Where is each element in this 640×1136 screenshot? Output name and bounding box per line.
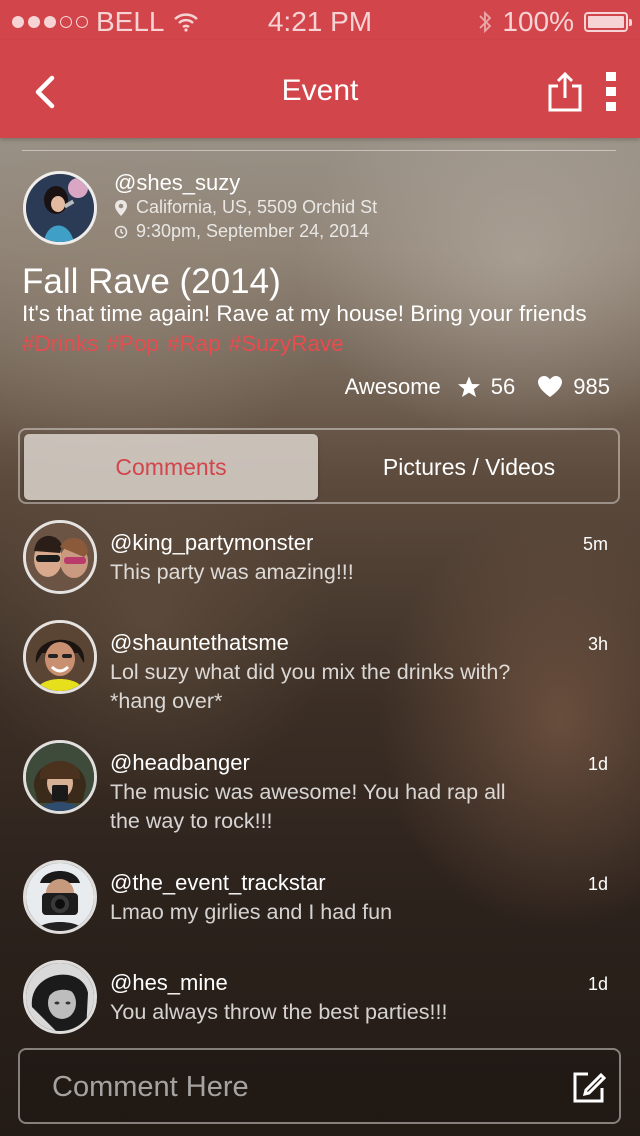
comment-text: This party was amazing!!! (110, 560, 354, 584)
commenter-avatar[interactable] (23, 740, 97, 814)
location-text: California, US, 5509 Orchid St (136, 197, 378, 217)
comment-text: The music was awesome! You had rap all t… (110, 780, 506, 833)
commenter-avatar[interactable] (23, 620, 97, 694)
post-comment-button[interactable] (572, 1070, 606, 1104)
tab-comments[interactable]: Comments (24, 434, 318, 500)
share-button[interactable] (546, 70, 584, 114)
host-datetime: 9:30pm, September 24, 2014 (114, 221, 369, 242)
event-tags: #Drinks #Pop #Rap #SuzyRave (22, 331, 344, 357)
comment-time: 5m (582, 534, 608, 554)
host-location: California, US, 5509 Orchid St (114, 197, 377, 218)
comment-time: 1d (587, 754, 608, 774)
commenter-avatar[interactable] (23, 520, 97, 594)
event-description: It's that time again! Rave at my house! … (22, 301, 587, 326)
hashtag-link[interactable]: #SuzyRave (229, 331, 344, 357)
datetime-text: 9:30pm, September 24, 2014 (136, 221, 370, 241)
divider (22, 150, 616, 151)
star-icon (457, 376, 480, 397)
compose-icon (573, 1072, 606, 1103)
commenter-handle[interactable]: @king_partymonster (110, 530, 313, 556)
host-handle[interactable]: @shes_suzy (114, 170, 240, 196)
star-button[interactable] (457, 375, 481, 399)
like-button[interactable] (537, 375, 563, 399)
star-count: 56 (490, 374, 516, 399)
page-title: Event (281, 74, 359, 107)
segmented-control: Comments Pictures / Videos (18, 428, 620, 504)
comment-input[interactable] (50, 1066, 534, 1108)
comment-time: 3h (587, 634, 608, 654)
hashtag-link[interactable]: #Rap (167, 331, 221, 357)
commenter-avatar[interactable] (23, 860, 97, 934)
commenter-handle[interactable]: @hes_mine (110, 970, 228, 996)
battery-percent: 100% (502, 6, 574, 37)
hashtag-link[interactable]: #Pop (106, 331, 159, 357)
comment-time: 1d (587, 874, 608, 894)
comment-item[interactable]: @headbanger The music was awesome! You h… (0, 740, 640, 850)
tab-pictures-videos[interactable]: Pictures / Videos (320, 434, 618, 500)
bluetooth-icon (479, 10, 492, 34)
commenter-handle[interactable]: @headbanger (110, 750, 250, 776)
event-stats: Awesome 56 985 (345, 374, 610, 400)
event-title: Fall Rave (2014) (22, 262, 281, 301)
comment-item[interactable]: @the_event_trackstar Lmao my girlies and… (0, 860, 640, 970)
status-bar: BELL 4:21 PM 100% (0, 0, 640, 40)
rating-label: Awesome (344, 374, 441, 399)
comment-composer (18, 1048, 621, 1124)
commenter-handle[interactable]: @shauntethatsme (110, 630, 289, 656)
comment-item[interactable]: @king_partymonster This party was amazin… (0, 520, 640, 630)
host-avatar[interactable] (23, 171, 97, 245)
like-count: 985 (573, 374, 610, 399)
share-icon (548, 71, 582, 112)
history-clock-icon (114, 225, 128, 238)
comment-text: Lmao my girlies and I had fun (110, 900, 393, 924)
commenter-avatar[interactable] (23, 960, 97, 1034)
comment-item[interactable]: @shauntethatsme Lol suzy what did you mi… (0, 620, 640, 730)
comment-text: Lol suzy what did you mix the drinks wit… (110, 660, 511, 713)
hashtag-link[interactable]: #Drinks (22, 331, 98, 357)
heart-icon (538, 376, 563, 397)
commenter-handle[interactable]: @the_event_trackstar (110, 870, 326, 896)
battery-icon (584, 12, 632, 32)
comment-text: You always throw the best parties!!! (110, 1000, 448, 1024)
more-options-button[interactable] (600, 70, 622, 114)
comment-time: 1d (587, 974, 608, 994)
navigation-bar: Event (0, 40, 640, 138)
more-vertical-icon (606, 72, 616, 111)
location-pin-icon (115, 199, 127, 216)
